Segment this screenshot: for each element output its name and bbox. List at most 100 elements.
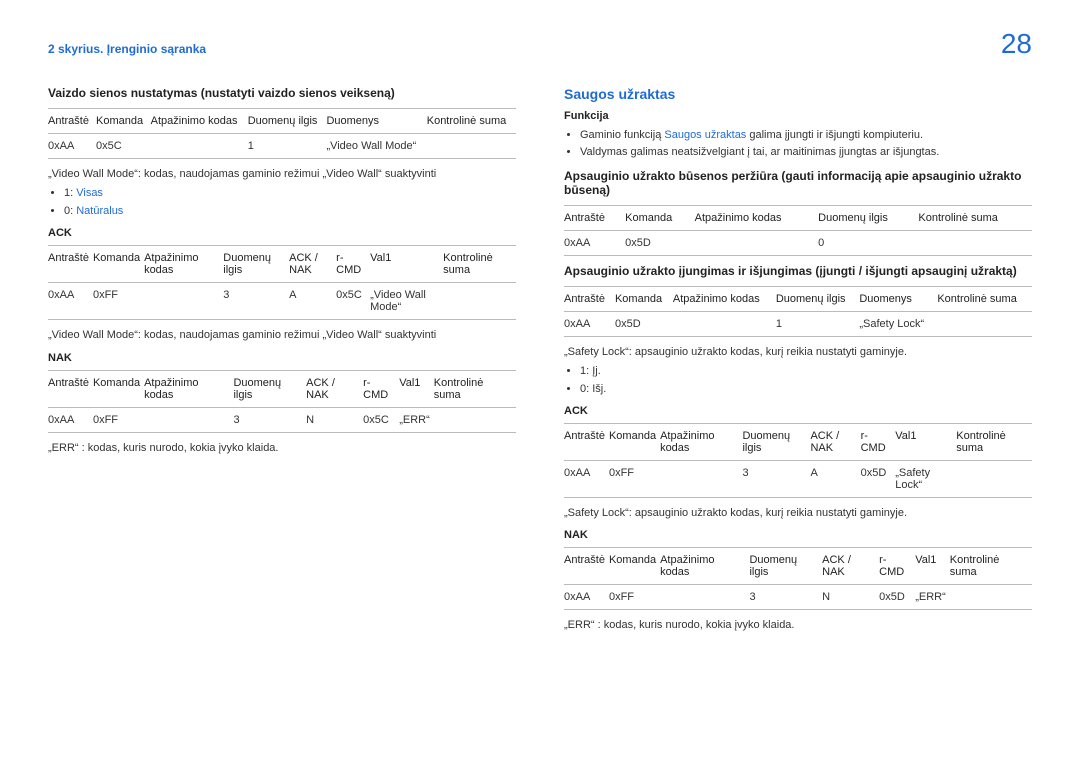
td: „Video Wall Mode“ — [370, 283, 443, 320]
td: 0x5D — [625, 230, 694, 255]
th: Atpažinimo kodas — [144, 246, 223, 283]
th: Duomenys — [326, 109, 426, 134]
bullets-video-wall: 1: Visas 0: Natūralus — [48, 186, 516, 219]
bullets-safety: 1: Įj. 0: Išj. — [564, 364, 1032, 397]
note: „Video Wall Mode“: kodas, naudojamas gam… — [48, 328, 516, 343]
th: Kontrolinė suma — [950, 548, 1032, 585]
th: Kontrolinė suma — [918, 205, 1032, 230]
td: 3 — [223, 283, 289, 320]
value: Natūralus — [76, 205, 123, 217]
table-video-wall-ack: Antraštė Komanda Atpažinimo kodas Duomen… — [48, 245, 516, 320]
th: Antraštė — [564, 286, 615, 311]
note: „ERR“ : kodas, kuris nurodo, kokia įvyko… — [48, 441, 516, 456]
th: Antraštė — [564, 548, 609, 585]
td: 0xAA — [564, 585, 609, 610]
td: 0x5D — [879, 585, 915, 610]
function-label: Funkcija — [564, 110, 1032, 122]
td — [151, 134, 248, 159]
th: Atpažinimo kodas — [673, 286, 776, 311]
th: Komanda — [609, 423, 660, 460]
right-heading-2: Apsauginio užrakto įjungimas ir išjungim… — [564, 264, 1032, 278]
th: Komanda — [93, 370, 144, 407]
td — [937, 311, 1032, 336]
table-video-wall-set: Antraštė Komanda Atpažinimo kodas Duomen… — [48, 108, 516, 159]
page-header: 2 skyrius. Įrenginio sąranka 28 — [48, 30, 1032, 58]
td — [956, 460, 1032, 497]
th: Komanda — [609, 548, 660, 585]
th: Komanda — [615, 286, 673, 311]
td: 0x5C — [96, 134, 151, 159]
th: ACK / NAK — [306, 370, 363, 407]
td: „ERR“ — [399, 407, 434, 432]
left-heading: Vaizdo sienos nustatymas (nustatyti vaiz… — [48, 86, 516, 100]
td: 0 — [818, 230, 918, 255]
td: A — [289, 283, 336, 320]
td — [918, 230, 1032, 255]
right-column: Saugos užraktas Funkcija Gaminio funkcij… — [564, 86, 1032, 638]
td: N — [822, 585, 879, 610]
th: Komanda — [96, 109, 151, 134]
td — [660, 460, 742, 497]
note: „Safety Lock“: apsauginio užrakto kodas,… — [564, 345, 1032, 360]
td — [950, 585, 1032, 610]
th: Antraštė — [564, 423, 609, 460]
td: 0xAA — [48, 134, 96, 159]
th: Antraštė — [564, 205, 625, 230]
td: 0xAA — [48, 283, 93, 320]
th: Kontrolinė suma — [434, 370, 516, 407]
th: Duomenų ilgis — [776, 286, 860, 311]
td: 0xAA — [564, 311, 615, 336]
td: 1 — [776, 311, 860, 336]
td: „Safety Lock“ — [859, 311, 937, 336]
th: Duomenų ilgis — [248, 109, 327, 134]
function-bullets: Gaminio funkciją Saugos užraktas galima … — [564, 128, 1032, 161]
th: Duomenų ilgis — [233, 370, 306, 407]
list-item: 0: Išj. — [580, 382, 1032, 397]
td — [427, 134, 516, 159]
td: „Video Wall Mode“ — [326, 134, 426, 159]
th: Duomenų ilgis — [749, 548, 822, 585]
td — [443, 283, 516, 320]
td: A — [810, 460, 860, 497]
th: r-CMD — [861, 423, 896, 460]
th: Atpažinimo kodas — [660, 423, 742, 460]
td: 1 — [248, 134, 327, 159]
inline-term: Saugos užraktas — [664, 129, 746, 141]
td: 3 — [233, 407, 306, 432]
th: Kontrolinė suma — [443, 246, 516, 283]
left-column: Vaizdo sienos nustatymas (nustatyti vaiz… — [48, 86, 516, 638]
right-heading-1: Apsauginio užrakto būsenos peržiūra (gau… — [564, 169, 1032, 197]
note: „Video Wall Mode“: kodas, naudojamas gam… — [48, 167, 516, 182]
th: Antraštė — [48, 370, 93, 407]
note: „Safety Lock“: apsauginio užrakto kodas,… — [564, 506, 1032, 521]
td: 0xAA — [48, 407, 93, 432]
th: Atpažinimo kodas — [660, 548, 749, 585]
table-safety-nak: Antraštė Komanda Atpažinimo kodas Duomen… — [564, 547, 1032, 610]
ack-label: ACK — [564, 405, 1032, 417]
td — [144, 283, 223, 320]
th: Val1 — [399, 370, 434, 407]
th: Val1 — [370, 246, 443, 283]
td: 0x5C — [363, 407, 399, 432]
td: 3 — [742, 460, 810, 497]
th: Komanda — [93, 246, 144, 283]
th: Atpažinimo kodas — [144, 370, 233, 407]
td — [695, 230, 819, 255]
value: Visas — [76, 187, 103, 199]
th: Antraštė — [48, 109, 96, 134]
list-item: 1: Įj. — [580, 364, 1032, 379]
th: ACK / NAK — [810, 423, 860, 460]
th: Atpažinimo kodas — [151, 109, 248, 134]
td — [673, 311, 776, 336]
list-item: Valdymas galimas neatsižvelgiant į tai, … — [580, 145, 1032, 160]
th: Kontrolinė suma — [427, 109, 516, 134]
td: 0xFF — [609, 585, 660, 610]
th: Kontrolinė suma — [937, 286, 1032, 311]
content-columns: Vaizdo sienos nustatymas (nustatyti vaiz… — [48, 86, 1032, 638]
nak-label: NAK — [564, 529, 1032, 541]
td: 0xAA — [564, 230, 625, 255]
chapter-title: 2 skyrius. Įrenginio sąranka — [48, 42, 206, 56]
td — [144, 407, 233, 432]
td: 0xFF — [609, 460, 660, 497]
section-title: Saugos užraktas — [564, 86, 1032, 102]
